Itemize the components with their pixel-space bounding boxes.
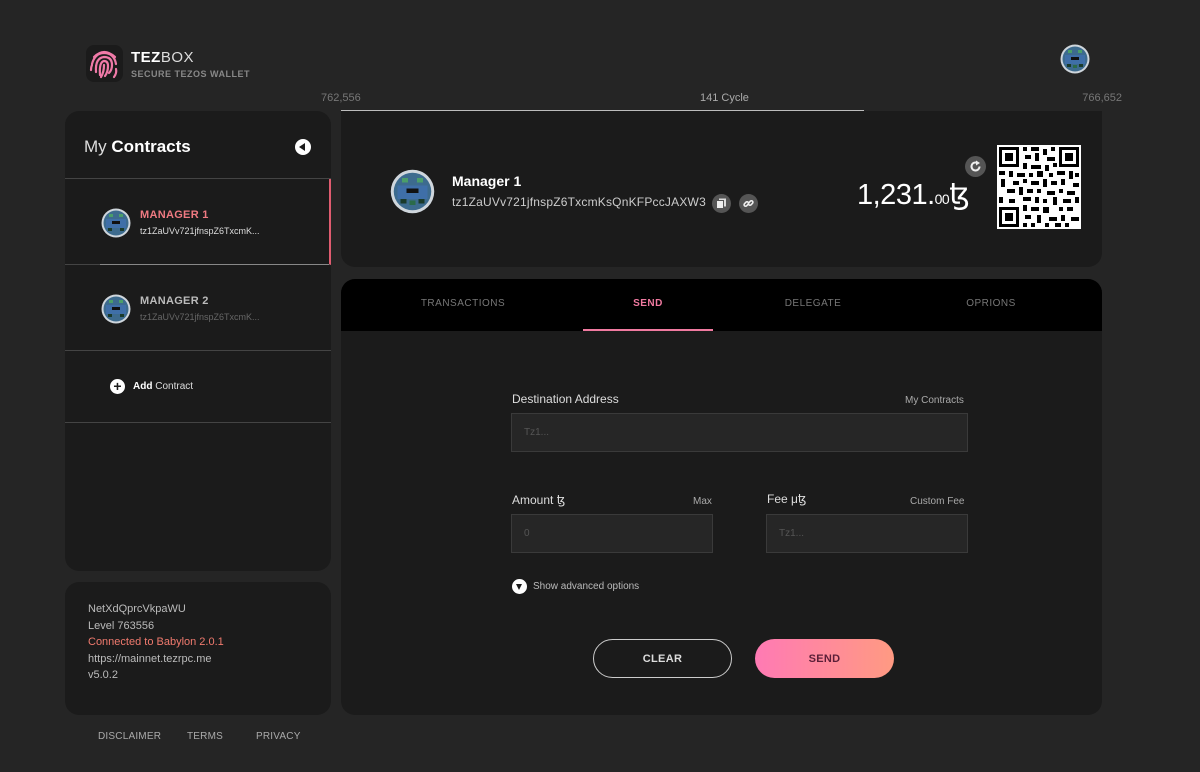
account-address: tz1ZaUVv721jfnspZ6TxcmK... (140, 226, 260, 236)
account-item-manager-2[interactable]: MANAGER 2 tz1ZaUVv721jfnspZ6TxcmK... (65, 265, 331, 351)
tab-options[interactable]: OPRIONS (931, 298, 1051, 309)
fee-input[interactable]: Tz1... (766, 514, 968, 553)
custom-fee-link[interactable]: Custom Fee (910, 496, 964, 507)
add-contract-button[interactable]: + Add Contract (65, 351, 331, 423)
account-address: tz1ZaUVv721jfnspZ6TxcmK... (140, 312, 260, 322)
network-id: NetXdQprcVkpaWU (88, 603, 186, 615)
account-title: Manager 1 (452, 173, 522, 189)
account-name: MANAGER 2 (140, 295, 209, 307)
clear-button[interactable]: CLEAR (593, 639, 732, 678)
destination-address-input[interactable]: Tz1... (511, 413, 968, 452)
account-summary-card: Manager 1 tz1ZaUVv721jfnspZ6TxcmKsQnKFPc… (341, 111, 1102, 267)
contracts-sidebar: My Contracts MANAGER 1 tz1ZaUVv721jfnspZ… (65, 111, 331, 571)
fingerprint-logo-icon (86, 45, 123, 82)
chevron-down-icon[interactable] (512, 579, 527, 594)
account-full-address: tz1ZaUVv721jfnspZ6TxcmKsQnKFPccJAXW3 (452, 195, 706, 209)
brand-name: TEZBOX (131, 49, 195, 66)
amount-input[interactable]: 0 (511, 514, 713, 553)
avatar-icon (101, 294, 131, 324)
qr-code (997, 145, 1081, 229)
copy-icon[interactable] (712, 194, 731, 213)
amount-label: Amount ꜩ (512, 493, 566, 507)
app-version: v5.0.2 (88, 669, 118, 681)
balance-display: 1,231.00ꜩ (857, 179, 970, 211)
tab-transactions[interactable]: TRANSACTIONS (403, 298, 523, 309)
avatar-icon (101, 208, 131, 238)
plus-icon: + (110, 379, 125, 394)
sidebar-title: My Contracts (84, 137, 191, 156)
network-level: Level 763556 (88, 619, 155, 632)
add-contract-label: Add Contract (133, 381, 194, 392)
account-name: MANAGER 1 (140, 209, 209, 221)
network-rpc: https://mainnet.tezrpc.me (88, 652, 212, 665)
tab-send[interactable]: SEND (583, 298, 713, 309)
cycle-end-level: 766,652 (1082, 92, 1122, 104)
avatar-icon (390, 169, 435, 214)
brand-tagline: SECURE TEZOS WALLET (131, 69, 251, 79)
tab-delegate[interactable]: DELEGATE (753, 298, 873, 309)
tab-bar: TRANSACTIONS SEND DELEGATE OPRIONS (341, 279, 1102, 331)
cycle-label: 141 Cycle (700, 92, 749, 104)
active-tab-indicator (583, 329, 713, 331)
collapse-icon[interactable] (295, 139, 311, 155)
wallet-actions-panel: TRANSACTIONS SEND DELEGATE OPRIONS Desti… (341, 279, 1102, 715)
max-amount-link[interactable]: Max (693, 496, 712, 507)
disclaimer-link[interactable]: DISCLAIMER (98, 731, 161, 742)
network-info-panel: NetXdQprcVkpaWU Level 763556 Connected t… (65, 582, 331, 715)
send-button[interactable]: SEND (755, 639, 894, 678)
cycle-start-level: 762,556 (321, 92, 361, 104)
destination-label: Destination Address (512, 392, 619, 406)
my-contracts-link[interactable]: My Contracts (905, 395, 964, 406)
fee-label: Fee μꜩ (767, 492, 807, 506)
refresh-icon[interactable] (965, 156, 986, 177)
sidebar-header: My Contracts (65, 111, 331, 179)
link-icon[interactable] (739, 194, 758, 213)
account-item-manager-1[interactable]: MANAGER 1 tz1ZaUVv721jfnspZ6TxcmK... (65, 179, 331, 265)
avatar-icon[interactable] (1060, 44, 1090, 74)
advanced-options-toggle[interactable]: Show advanced options (533, 581, 639, 592)
privacy-link[interactable]: PRIVACY (256, 731, 301, 742)
network-status: Connected to Babylon 2.0.1 (88, 636, 224, 648)
terms-link[interactable]: TERMS (187, 731, 223, 742)
